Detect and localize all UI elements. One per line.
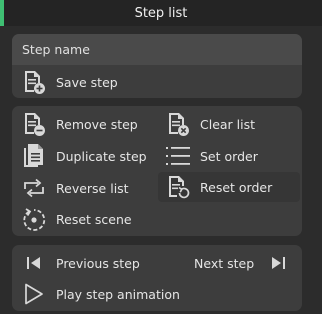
set-order-button[interactable]: Set order bbox=[164, 141, 258, 171]
list-operations-group: Remove step Clear list Duplicate step Se… bbox=[12, 106, 302, 236]
reset-order-button[interactable]: Reset order bbox=[158, 172, 300, 202]
doc-x-icon bbox=[164, 110, 192, 138]
reverse-list-button[interactable]: Reverse list bbox=[20, 173, 129, 203]
previous-step-label: Previous step bbox=[56, 255, 140, 271]
doc-plus-icon bbox=[20, 68, 48, 96]
next-step-button[interactable]: Next step bbox=[194, 248, 292, 278]
reset-scene-button[interactable]: Reset scene bbox=[20, 204, 132, 234]
copy-icon bbox=[20, 142, 48, 170]
previous-step-button[interactable]: Previous step bbox=[20, 248, 140, 278]
panel-header: Step list bbox=[0, 0, 322, 26]
set-order-label: Set order bbox=[200, 148, 258, 164]
doc-refresh-icon bbox=[164, 173, 192, 201]
doc-minus-icon bbox=[20, 110, 48, 138]
reset-scene-label: Reset scene bbox=[56, 211, 132, 227]
remove-step-label: Remove step bbox=[56, 116, 138, 132]
play-icon bbox=[20, 280, 48, 308]
skip-forward-icon bbox=[264, 249, 292, 277]
play-step-animation-button[interactable]: Play step animation bbox=[20, 279, 180, 309]
step-navigation-group: Previous step Next step Play step animat… bbox=[12, 245, 302, 311]
skip-back-icon bbox=[20, 249, 48, 277]
reverse-icon bbox=[20, 174, 48, 202]
save-step-label: Save step bbox=[56, 74, 118, 90]
reverse-list-label: Reverse list bbox=[56, 180, 129, 196]
reset-scene-icon bbox=[20, 205, 48, 233]
next-step-label: Next step bbox=[194, 255, 255, 271]
step-name-field-row bbox=[12, 34, 302, 65]
duplicate-step-button[interactable]: Duplicate step bbox=[20, 141, 147, 171]
panel-title: Step list bbox=[134, 5, 188, 21]
step-name-input[interactable] bbox=[22, 42, 282, 57]
list-icon bbox=[164, 142, 192, 170]
save-step-button[interactable]: Save step bbox=[20, 67, 118, 97]
save-step-group: Save step bbox=[12, 34, 302, 98]
clear-list-button[interactable]: Clear list bbox=[164, 109, 255, 139]
active-accent-bar bbox=[0, 0, 4, 26]
play-step-animation-label: Play step animation bbox=[56, 286, 180, 302]
duplicate-step-label: Duplicate step bbox=[56, 148, 147, 164]
clear-list-label: Clear list bbox=[200, 116, 256, 132]
remove-step-button[interactable]: Remove step bbox=[20, 109, 138, 139]
reset-order-label: Reset order bbox=[200, 179, 273, 195]
